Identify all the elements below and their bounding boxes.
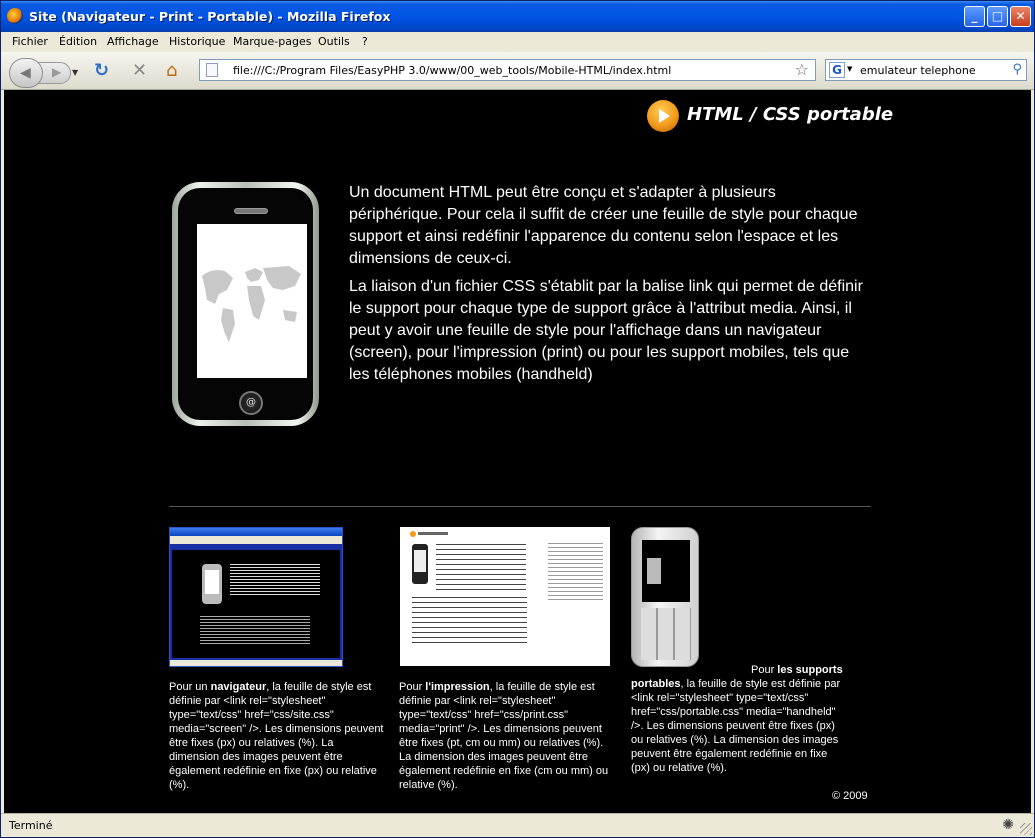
star-icon[interactable]: ☆ — [795, 60, 809, 79]
close-button[interactable]: ✕ — [1010, 6, 1031, 27]
caption-bold: l'impression — [425, 681, 490, 693]
arrow-right-icon: ▶ — [52, 65, 62, 79]
url-text[interactable]: file:///C:/Program Files/EasyPHP 3.0/www… — [233, 64, 671, 77]
firefox-icon — [7, 8, 23, 24]
menu-marque-pages[interactable]: Marque-pages — [233, 35, 311, 48]
status-bar: Terminé ✺ — [1, 813, 1034, 837]
home-icon[interactable]: ⌂ — [166, 61, 177, 81]
intro-paragraph-2: La liaison d'un fichier CSS s'établit pa… — [349, 278, 863, 383]
phone-home-button: @ — [239, 391, 263, 415]
smartphone-image: @ — [172, 182, 319, 426]
divider — [169, 506, 871, 507]
phone-screen — [197, 224, 307, 378]
logo-text: HTML / CSS portable — [687, 104, 894, 125]
world-map-image — [202, 266, 301, 342]
search-input[interactable]: emulateur telephone — [860, 64, 976, 77]
caption-handheld: Pour les supports portables, la feuille … — [631, 663, 846, 775]
menu-affichage[interactable]: Affichage — [107, 35, 159, 48]
menu-edition[interactable]: Édition — [59, 35, 97, 48]
caption-text: Pour un — [169, 681, 211, 693]
intro-text: Un document HTML peut être conçu et s'ad… — [349, 182, 869, 392]
browser-window: Site (Navigateur - Print - Portable) - M… — [0, 0, 1035, 838]
history-dropdown-icon[interactable]: ▼ — [72, 68, 78, 77]
menu-outils[interactable]: Outils — [318, 35, 350, 48]
caption-text: , la feuille de style est définie par <l… — [399, 681, 609, 791]
print-preview-thumbnail — [400, 527, 610, 666]
magnifier-icon[interactable]: ⚲ — [1012, 62, 1022, 77]
menu-historique[interactable]: Historique — [169, 35, 225, 48]
reload-icon[interactable]: ↻ — [94, 61, 109, 81]
minimize-button[interactable]: _ — [964, 6, 985, 27]
menu-help[interactable]: ? — [362, 35, 368, 48]
title-bar[interactable]: Site (Navigateur - Print - Portable) - M… — [1, 1, 1034, 32]
stop-icon[interactable]: ✕ — [132, 61, 147, 81]
navigation-toolbar: ▶ ◀ ▼ ↻ ✕ ⌂ file:///C:/Program Files/Eas… — [1, 52, 1034, 90]
phone-speaker — [234, 208, 268, 214]
menu-bar: Fichier Édition Affichage Historique Mar… — [1, 32, 1034, 52]
addon-icon[interactable]: ✺ — [1002, 817, 1014, 833]
back-button[interactable]: ◀ — [9, 58, 43, 88]
menu-fichier[interactable]: Fichier — [12, 35, 48, 48]
url-bar[interactable]: file:///C:/Program Files/EasyPHP 3.0/www… — [199, 59, 816, 81]
arrow-left-icon: ◀ — [20, 65, 31, 81]
maximize-button[interactable]: □ — [987, 6, 1008, 27]
caption-print: Pour l'impression, la feuille de style e… — [399, 680, 614, 792]
search-bar[interactable]: G ▼ emulateur telephone ⚲ — [825, 59, 1027, 81]
intro-paragraph-1: Un document HTML peut être conçu et s'ad… — [349, 184, 858, 267]
caption-screen: Pour un navigateur, la feuille de style … — [169, 680, 384, 792]
search-engine-dropdown-icon[interactable]: ▼ — [847, 65, 852, 73]
status-text: Terminé — [9, 819, 53, 832]
resize-grip[interactable] — [1020, 823, 1032, 835]
screen-preview-thumbnail — [169, 527, 343, 667]
handheld-preview-thumbnail — [631, 527, 699, 667]
play-logo-icon — [647, 100, 679, 132]
caption-text: Pour — [399, 681, 426, 693]
caption-text: , la feuille de style est définie par <l… — [631, 678, 841, 774]
caption-bold: navigateur — [210, 681, 267, 693]
page-content: HTML / CSS portable @ Un document HTML p… — [4, 90, 1031, 813]
caption-text: Pour — [751, 664, 778, 676]
page-icon — [206, 63, 218, 77]
window-title: Site (Navigateur - Print - Portable) - M… — [29, 9, 391, 24]
copyright: © 2009 — [832, 790, 868, 802]
caption-text: , la feuille de style est définie par <l… — [169, 681, 384, 791]
google-icon[interactable]: G — [829, 62, 845, 78]
